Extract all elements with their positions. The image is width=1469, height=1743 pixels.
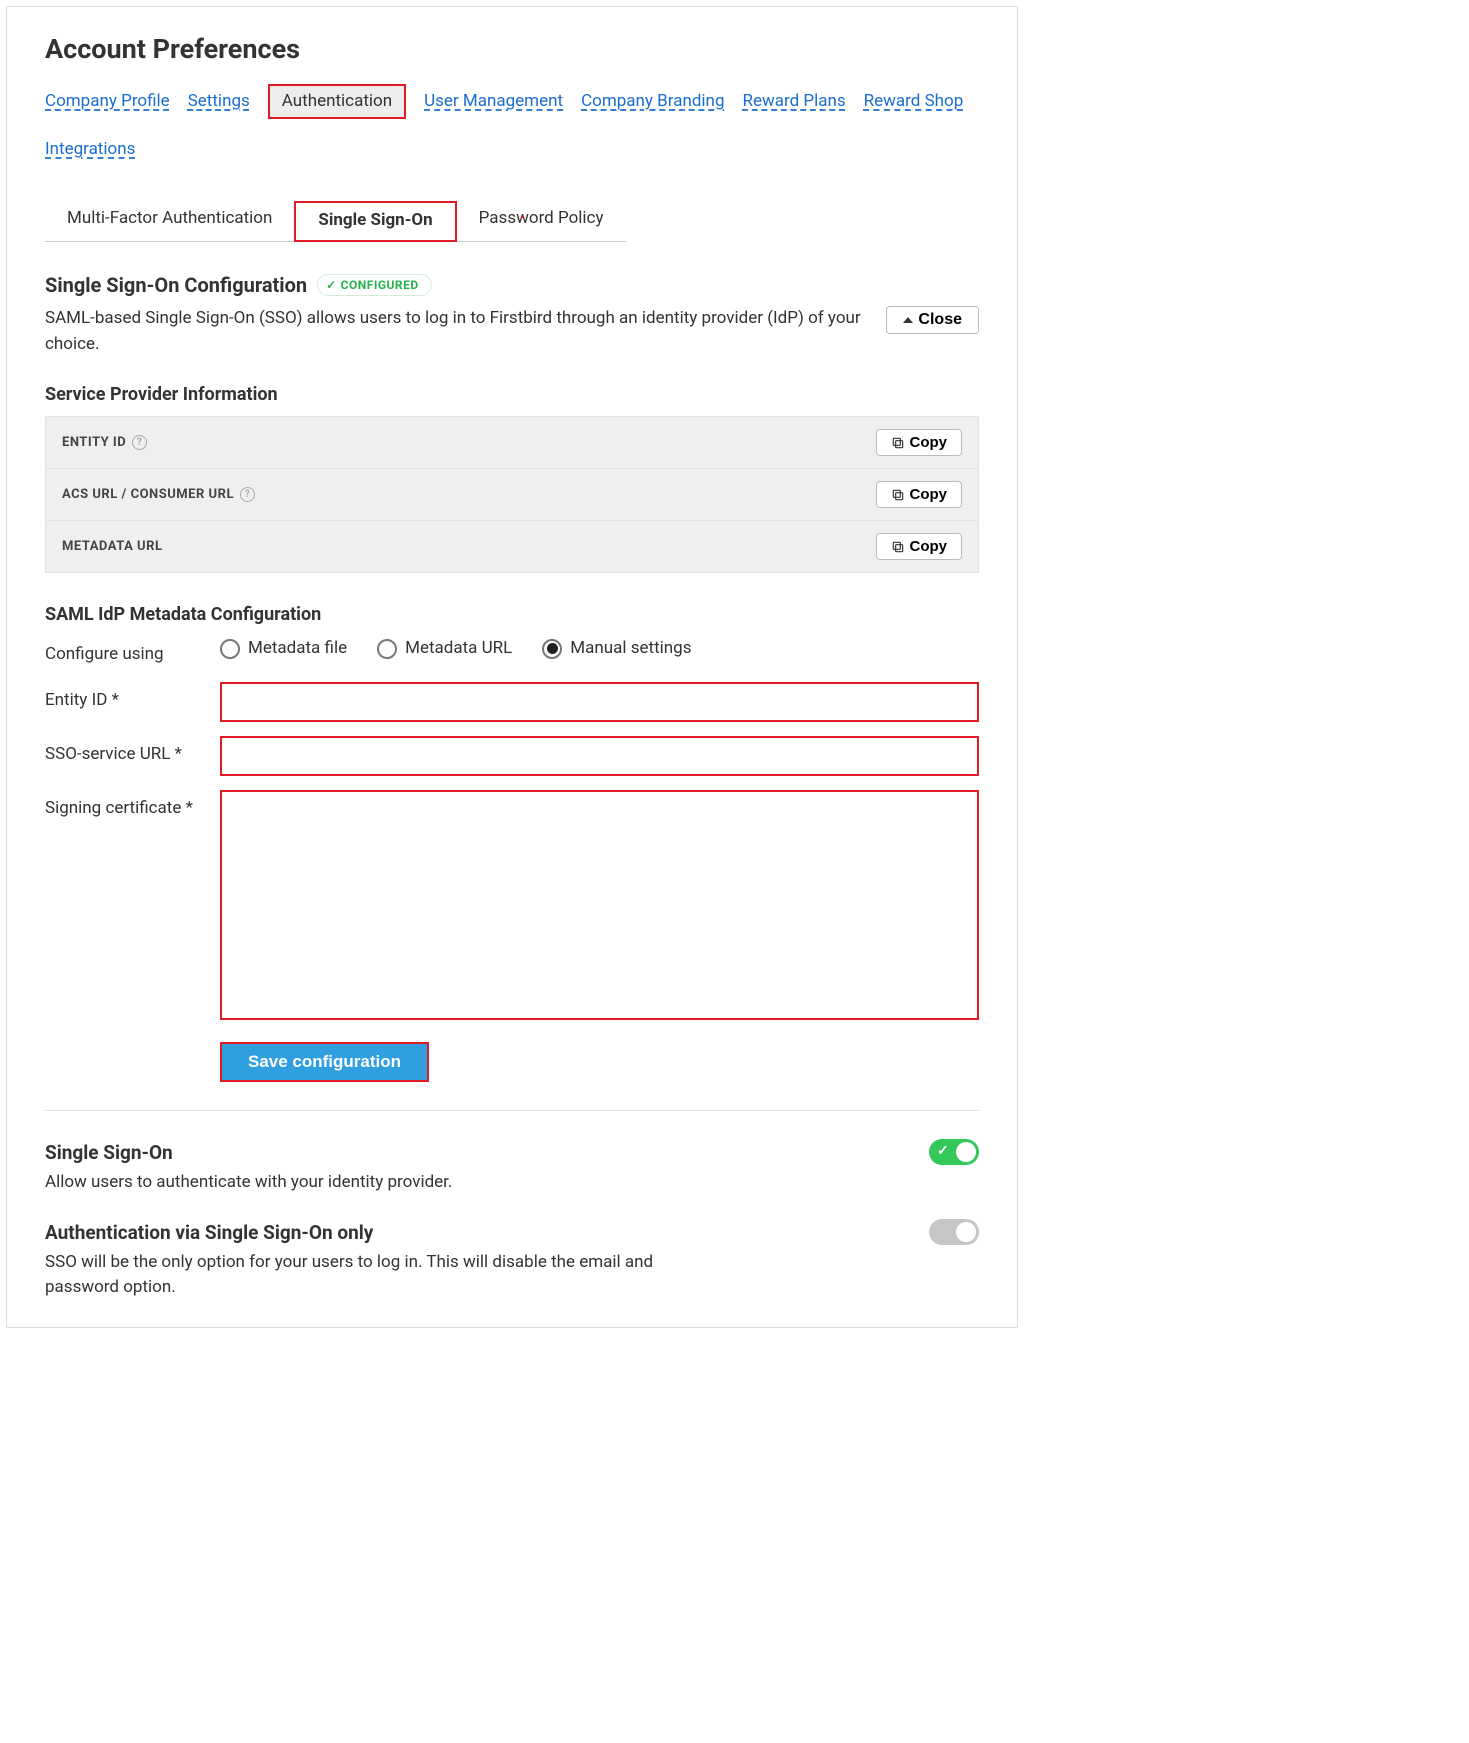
tab-mfa[interactable]: Multi-Factor Authentication bbox=[45, 201, 294, 243]
radio-icon bbox=[377, 639, 397, 659]
highlight-dot: . bbox=[520, 199, 525, 226]
nav-user-management[interactable]: User Management bbox=[424, 89, 563, 115]
copy-label: Copy bbox=[910, 538, 948, 555]
sp-label-text: ACS URL / CONSUMER URL bbox=[62, 485, 234, 505]
nav-authentication[interactable]: Authentication bbox=[268, 84, 406, 120]
copy-label: Copy bbox=[910, 486, 948, 503]
signing-cert-label: Signing certificate * bbox=[45, 790, 210, 822]
sso-url-label: SSO-service URL * bbox=[45, 736, 210, 768]
copy-icon bbox=[891, 488, 905, 502]
page-title: Account Preferences bbox=[45, 29, 979, 70]
sso-only-toggle-title: Authentication via Single Sign-On only bbox=[45, 1219, 909, 1248]
sso-only-toggle[interactable] bbox=[929, 1219, 979, 1245]
radio-metadata-file[interactable]: Metadata file bbox=[220, 636, 347, 662]
sso-toggle[interactable] bbox=[929, 1139, 979, 1165]
sp-info-heading: Service Provider Information bbox=[45, 381, 979, 408]
status-badge: ✓ CONFIGURED bbox=[317, 274, 432, 296]
nav-company-profile[interactable]: Company Profile bbox=[45, 89, 170, 115]
sso-url-input[interactable] bbox=[220, 736, 979, 776]
caret-up-icon bbox=[903, 317, 913, 323]
radio-manual-settings[interactable]: Manual settings bbox=[542, 636, 691, 662]
radio-icon bbox=[220, 639, 240, 659]
radio-label: Metadata URL bbox=[405, 636, 512, 662]
toggle-knob bbox=[956, 1142, 976, 1162]
tab-sso[interactable]: Single Sign-On bbox=[294, 201, 456, 243]
sp-info-box: ENTITY ID ? Copy ACS URL / CONSUMER URL … bbox=[45, 416, 979, 573]
radio-label: Manual settings bbox=[570, 636, 691, 662]
sp-row-metadata-url: METADATA URL Copy bbox=[46, 521, 978, 572]
check-icon: ✓ bbox=[326, 276, 337, 294]
idp-config-heading: SAML IdP Metadata Configuration bbox=[45, 601, 979, 628]
account-preferences-panel: Account Preferences Company Profile Sett… bbox=[6, 6, 1018, 1328]
configure-using-label: Configure using bbox=[45, 636, 210, 668]
copy-icon bbox=[891, 436, 905, 450]
sso-toggle-title: Single Sign-On bbox=[45, 1139, 909, 1168]
nav-reward-plans[interactable]: Reward Plans bbox=[742, 89, 845, 115]
close-label: Close bbox=[918, 311, 962, 329]
toggle-knob bbox=[956, 1222, 976, 1242]
nav-integrations[interactable]: Integrations bbox=[45, 137, 135, 163]
sp-row-entity-id: ENTITY ID ? Copy bbox=[46, 417, 978, 469]
sso-only-toggle-desc: SSO will be the only option for your use… bbox=[45, 1250, 685, 1301]
help-icon[interactable]: ? bbox=[240, 487, 255, 502]
sso-config-title: Single Sign-On Configuration bbox=[45, 270, 307, 300]
tab-password-policy[interactable]: Password Policy bbox=[457, 201, 626, 243]
sso-toggle-desc: Allow users to authenticate with your id… bbox=[45, 1170, 685, 1196]
nav-settings[interactable]: Settings bbox=[188, 89, 250, 115]
copy-entity-id-button[interactable]: Copy bbox=[876, 429, 963, 456]
copy-metadata-url-button[interactable]: Copy bbox=[876, 533, 963, 560]
entity-id-label: Entity ID * bbox=[45, 682, 210, 714]
top-nav: Company Profile Settings Authentication … bbox=[45, 84, 979, 163]
divider bbox=[45, 1110, 979, 1111]
sso-description: SAML-based Single Sign-On (SSO) allows u… bbox=[45, 306, 866, 357]
help-icon[interactable]: ? bbox=[132, 435, 147, 450]
nav-reward-shop[interactable]: Reward Shop bbox=[864, 89, 964, 115]
copy-acs-url-button[interactable]: Copy bbox=[876, 481, 963, 508]
auth-sub-tabs: Multi-Factor Authentication Single Sign-… bbox=[45, 201, 979, 243]
close-button[interactable]: Close bbox=[886, 306, 979, 334]
sp-label-text: ENTITY ID bbox=[62, 433, 126, 453]
configure-using-radios: Metadata file Metadata URL Manual settin… bbox=[220, 636, 979, 662]
copy-icon bbox=[891, 540, 905, 554]
save-configuration-button[interactable]: Save configuration bbox=[220, 1042, 429, 1082]
radio-label: Metadata file bbox=[248, 636, 347, 662]
radio-metadata-url[interactable]: Metadata URL bbox=[377, 636, 512, 662]
sp-row-acs-url: ACS URL / CONSUMER URL ? Copy bbox=[46, 469, 978, 521]
nav-company-branding[interactable]: Company Branding bbox=[581, 89, 724, 115]
copy-label: Copy bbox=[910, 434, 948, 451]
status-badge-text: CONFIGURED bbox=[341, 276, 419, 294]
sp-label-text: METADATA URL bbox=[62, 537, 162, 557]
radio-icon bbox=[542, 639, 562, 659]
entity-id-input[interactable] bbox=[220, 682, 979, 722]
signing-cert-textarea[interactable] bbox=[220, 790, 979, 1020]
